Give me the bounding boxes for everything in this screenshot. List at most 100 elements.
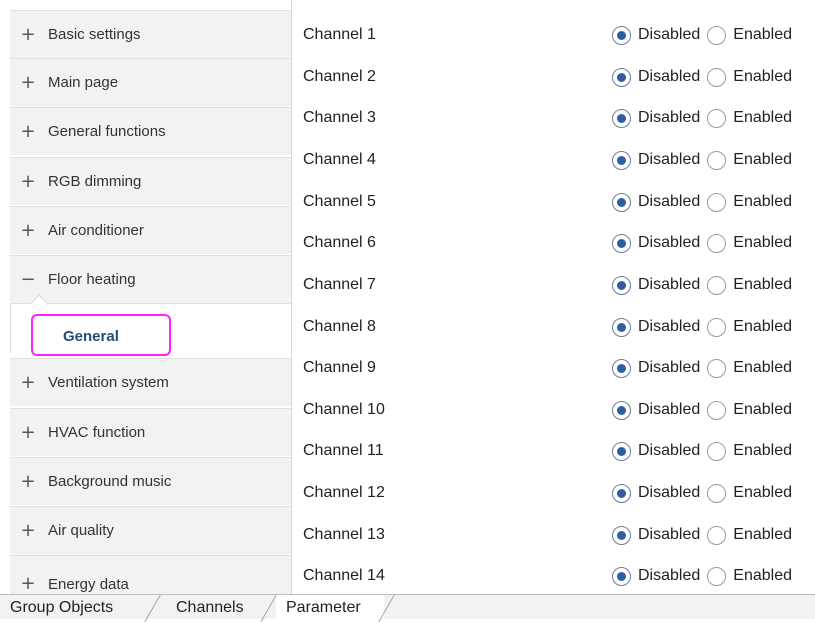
disabled-radio[interactable]	[612, 192, 631, 212]
enabled-label[interactable]: Enabled	[733, 484, 792, 502]
disabled-label[interactable]: Disabled	[638, 401, 700, 419]
channel-radio-group: Disabled Enabled	[612, 525, 799, 545]
channel-row: Channel 6 Disabled Enabled	[292, 223, 815, 263]
sidebar-item-energy-data[interactable]: + Energy data	[10, 555, 291, 595]
enabled-label[interactable]: Enabled	[733, 526, 792, 544]
minus-icon[interactable]: −	[10, 270, 46, 289]
enabled-radio[interactable]	[707, 317, 727, 337]
enabled-label[interactable]: Enabled	[733, 151, 792, 169]
channel-radio-group: Disabled Enabled	[612, 358, 799, 378]
plus-icon[interactable]: +	[10, 575, 46, 593]
channel-row: Channel 10 Disabled Enabled	[292, 390, 815, 430]
sidebar-item-label: Energy data	[48, 576, 129, 593]
sidebar-item-label: General functions	[48, 123, 166, 140]
enabled-label[interactable]: Enabled	[733, 276, 792, 294]
enabled-radio[interactable]	[707, 358, 727, 378]
disabled-label[interactable]: Disabled	[638, 68, 700, 86]
tab-group-objects[interactable]: Group Objects	[0, 595, 152, 620]
sidebar-item-general-functions[interactable]: + General functions	[10, 107, 291, 155]
enabled-radio[interactable]	[707, 483, 727, 503]
channel-radio-group: Disabled Enabled	[612, 483, 799, 503]
enabled-label[interactable]: Enabled	[733, 193, 792, 211]
channel-row: Channel 4 Disabled Enabled	[292, 140, 815, 180]
disabled-label[interactable]: Disabled	[638, 109, 700, 127]
enabled-radio[interactable]	[707, 67, 727, 87]
enabled-radio[interactable]	[707, 441, 727, 461]
sidebar: + Basic settings + Main page + General f…	[0, 0, 292, 595]
sidebar-item-basic-settings[interactable]: + Basic settings	[10, 10, 291, 58]
enabled-label[interactable]: Enabled	[733, 26, 792, 44]
channel-label: Channel 4	[303, 151, 376, 168]
disabled-label[interactable]: Disabled	[638, 151, 700, 169]
disabled-label[interactable]: Disabled	[638, 276, 700, 294]
enabled-label[interactable]: Enabled	[733, 68, 792, 86]
plus-icon[interactable]: +	[10, 122, 46, 141]
disabled-radio[interactable]	[612, 275, 631, 295]
sidebar-item-air-quality[interactable]: + Air quality	[10, 506, 291, 554]
sidebar-item-background-music[interactable]: + Background music	[10, 457, 291, 505]
plus-icon[interactable]: +	[10, 172, 46, 191]
channel-row: Channel 7 Disabled Enabled	[292, 265, 815, 305]
enabled-radio[interactable]	[707, 275, 727, 295]
plus-icon[interactable]: +	[10, 25, 46, 44]
disabled-label[interactable]: Disabled	[638, 318, 700, 336]
disabled-label[interactable]: Disabled	[638, 359, 700, 377]
disabled-radio[interactable]	[612, 400, 631, 420]
disabled-radio[interactable]	[612, 483, 631, 503]
plus-icon[interactable]: +	[10, 472, 46, 491]
disabled-radio[interactable]	[612, 150, 631, 170]
disabled-label[interactable]: Disabled	[638, 234, 700, 252]
disabled-radio[interactable]	[612, 441, 631, 461]
sidebar-item-floor-heating[interactable]: − Floor heating	[10, 255, 291, 303]
tab-parameter[interactable]: Parameter	[276, 595, 384, 620]
disabled-label[interactable]: Disabled	[638, 26, 700, 44]
enabled-label[interactable]: Enabled	[733, 442, 792, 460]
plus-icon[interactable]: +	[10, 221, 46, 240]
disabled-radio[interactable]	[612, 25, 631, 45]
enabled-radio[interactable]	[707, 525, 727, 545]
disabled-label[interactable]: Disabled	[638, 567, 700, 585]
channel-label: Channel 7	[303, 276, 376, 293]
disabled-label[interactable]: Disabled	[638, 484, 700, 502]
plus-icon[interactable]: +	[10, 521, 46, 540]
plus-icon[interactable]: +	[10, 73, 46, 92]
enabled-label[interactable]: Enabled	[733, 359, 792, 377]
enabled-label[interactable]: Enabled	[733, 109, 792, 127]
bottom-tab-bar: Group Objects Channels Parameter	[0, 594, 815, 622]
sidebar-item-rgb-dimming[interactable]: + RGB dimming	[10, 157, 291, 205]
enabled-radio[interactable]	[707, 150, 727, 170]
sidebar-subitem-general[interactable]: General	[10, 294, 291, 356]
disabled-radio[interactable]	[612, 317, 631, 337]
sidebar-item-main-page[interactable]: + Main page	[10, 58, 291, 106]
enabled-label[interactable]: Enabled	[733, 401, 792, 419]
channel-label: Channel 5	[303, 193, 376, 210]
enabled-radio[interactable]	[707, 566, 727, 586]
tab-channels[interactable]: Channels	[160, 595, 264, 620]
sidebar-item-air-conditioner[interactable]: + Air conditioner	[10, 206, 291, 254]
disabled-radio[interactable]	[612, 525, 631, 545]
disabled-radio[interactable]	[612, 566, 631, 586]
enabled-radio[interactable]	[707, 400, 727, 420]
channel-label: Channel 6	[303, 234, 376, 251]
disabled-label[interactable]: Disabled	[638, 442, 700, 460]
enabled-label[interactable]: Enabled	[733, 234, 792, 252]
enabled-radio[interactable]	[707, 192, 727, 212]
channel-row: Channel 12 Disabled Enabled	[292, 473, 815, 513]
plus-icon[interactable]: +	[10, 373, 46, 392]
enabled-radio[interactable]	[707, 108, 727, 128]
enabled-label[interactable]: Enabled	[733, 567, 792, 585]
plus-icon[interactable]: +	[10, 423, 46, 442]
disabled-label[interactable]: Disabled	[638, 526, 700, 544]
enabled-radio[interactable]	[707, 233, 727, 253]
sidebar-item-label: Main page	[48, 74, 119, 91]
disabled-radio[interactable]	[612, 108, 631, 128]
sidebar-item-ventilation-system[interactable]: + Ventilation system	[10, 358, 291, 406]
disabled-radio[interactable]	[612, 67, 631, 87]
enabled-label[interactable]: Enabled	[733, 318, 792, 336]
disabled-label[interactable]: Disabled	[638, 193, 700, 211]
disabled-radio[interactable]	[612, 358, 631, 378]
channel-radio-group: Disabled Enabled	[612, 67, 799, 87]
enabled-radio[interactable]	[707, 25, 727, 45]
sidebar-item-hvac-function[interactable]: + HVAC function	[10, 408, 291, 456]
disabled-radio[interactable]	[612, 233, 631, 253]
